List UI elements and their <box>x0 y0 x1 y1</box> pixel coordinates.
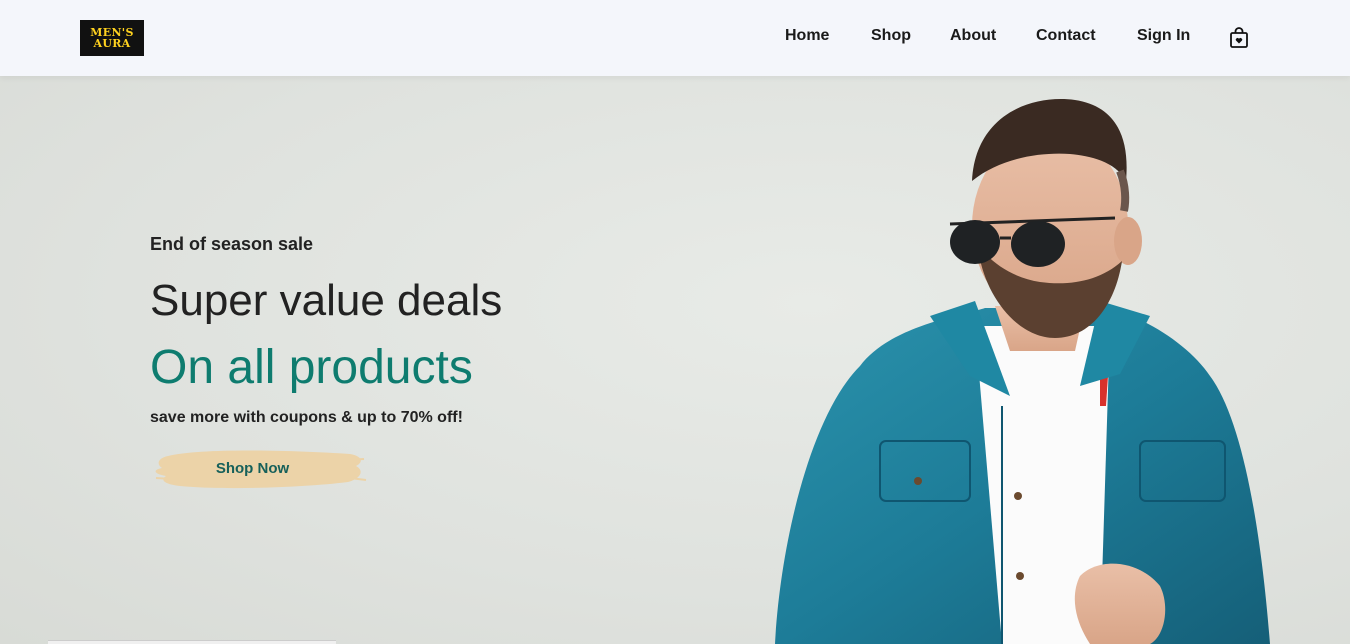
nav-home[interactable]: Home <box>785 27 829 45</box>
hero-subline: save more with coupons & up to 70% off! <box>150 409 463 426</box>
nav-about[interactable]: About <box>950 27 996 45</box>
nav-contact[interactable]: Contact <box>1036 27 1096 45</box>
brand-logo[interactable]: MEN'S AURA <box>80 20 144 56</box>
nav-shop[interactable]: Shop <box>871 27 911 45</box>
hero-model-image <box>775 99 1270 644</box>
shop-now-label: Shop Now <box>215 460 290 477</box>
bottom-edge-element <box>48 640 336 644</box>
navbar: MEN'S AURA Home Shop About Contact Sign … <box>0 0 1350 76</box>
hero-headline: Super value deals <box>150 276 503 325</box>
hero-banner: End of season sale Super value deals On … <box>0 76 1350 644</box>
shop-now-button[interactable]: Shop Now <box>150 444 370 496</box>
nav-sign-in[interactable]: Sign In <box>1137 27 1190 45</box>
logo-line-2: AURA <box>93 37 131 50</box>
hero-eyebrow: End of season sale <box>150 234 314 254</box>
shopping-bag-icon[interactable] <box>1229 27 1249 49</box>
hero-headline-accent: On all products <box>150 341 473 394</box>
